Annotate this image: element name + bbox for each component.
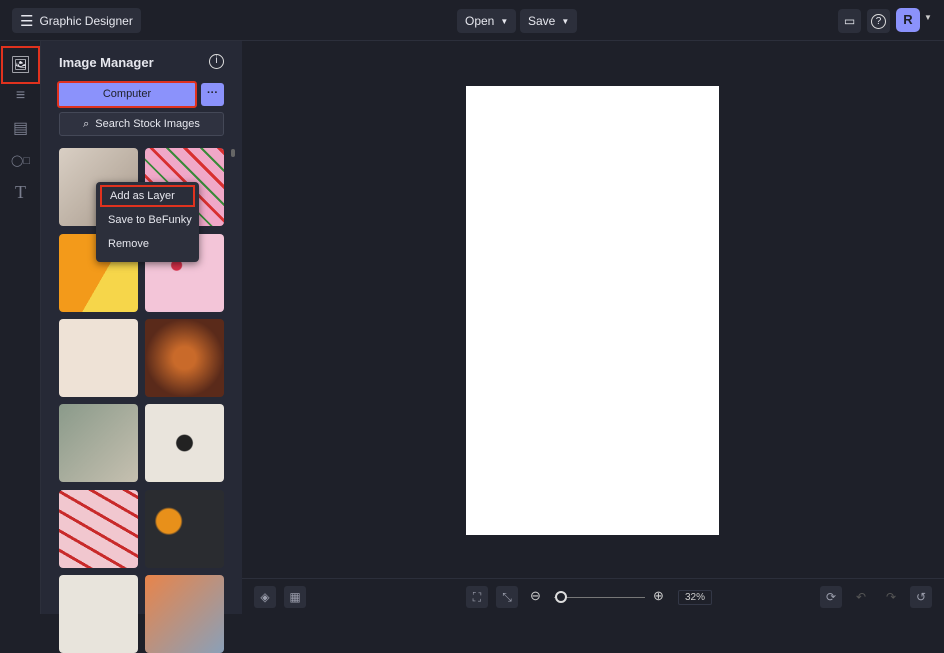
app-title: Graphic Designer — [39, 13, 133, 28]
context-menu: Add as Layer Save to BeFunky Remove — [96, 182, 199, 262]
image-thumbnail[interactable] — [145, 575, 224, 653]
grid-button[interactable]: ▦ — [284, 586, 306, 608]
redo-button[interactable]: ↷ — [880, 586, 902, 608]
image-manager-panel: Image Manager i Computer ··· ⌕ Search Sto… — [41, 41, 242, 653]
sliders-icon: ≡ — [15, 87, 26, 104]
refresh-icon: ⟳ — [825, 590, 837, 604]
panel-title: Image Manager — [59, 55, 154, 70]
layouts-tab[interactable]: ▤ — [0, 112, 41, 144]
collapse-icon: ⤡ — [502, 589, 512, 604]
menu-item-save-to-befunky[interactable]: Save to BeFunky — [100, 209, 195, 231]
zoom-value[interactable]: 32% — [678, 590, 712, 605]
info-icon[interactable]: i — [209, 54, 224, 69]
computer-button[interactable]: Computer — [57, 81, 197, 108]
more-options-button[interactable]: ··· — [201, 83, 224, 106]
text-icon: T — [15, 181, 26, 202]
scrollbar[interactable] — [231, 149, 235, 157]
zoom-out-icon[interactable]: ⊖ — [530, 588, 541, 604]
image-thumbnail[interactable] — [59, 404, 138, 482]
layout-icon: ▤ — [12, 120, 29, 137]
save-button[interactable]: Save ▼ — [520, 9, 578, 33]
menu-button[interactable]: ☰ Graphic Designer — [12, 8, 141, 33]
image-thumbnail[interactable] — [145, 319, 224, 397]
image-thumbnail[interactable] — [145, 404, 224, 482]
open-label: Open — [465, 14, 495, 28]
comment-icon: ▭ — [843, 14, 856, 28]
image-thumbnail[interactable] — [59, 490, 138, 568]
image-manager-tab[interactable]: 🖼 — [1, 46, 40, 84]
design-canvas[interactable] — [466, 86, 719, 535]
actual-size-button[interactable]: ⤡ — [496, 586, 518, 608]
history-icon: ↺ — [915, 590, 927, 604]
account-chevron-icon[interactable]: ▼ — [924, 13, 932, 22]
comments-button[interactable]: ▭ — [838, 9, 861, 33]
shapes-icon: ◯□ — [11, 154, 30, 167]
menu-item-remove[interactable]: Remove — [100, 233, 195, 255]
undo-icon: ↶ — [855, 590, 867, 604]
redo-icon: ↷ — [885, 590, 897, 604]
bottom-toolbar: ◈ ▦ ⛶ ⤡ ⊖ ⊕ 32% ⟳ ↶ ↷ ↺ — [242, 578, 944, 614]
image-thumbnail[interactable] — [59, 319, 138, 397]
zoom-in-icon[interactable]: ⊕ — [653, 588, 664, 604]
tool-rail: 🖼 ≡ ▤ ◯□ T — [0, 41, 41, 614]
open-button[interactable]: Open ▼ — [457, 9, 517, 33]
expand-icon: ⛶ — [472, 589, 482, 604]
help-icon: ? — [871, 13, 886, 29]
text-tab[interactable]: T — [0, 176, 41, 208]
zoom-slider[interactable] — [554, 597, 645, 598]
layers-icon: ◈ — [260, 590, 270, 604]
undo-button[interactable]: ↶ — [850, 586, 872, 608]
grid-icon: ▦ — [289, 590, 301, 604]
image-icon: 🖼 — [10, 57, 31, 74]
chevron-down-icon: ▼ — [561, 16, 570, 26]
search-icon: ⌕ — [83, 117, 90, 130]
search-stock-images-button[interactable]: ⌕ Search Stock Images — [59, 112, 224, 136]
refresh-button[interactable]: ⟳ — [820, 586, 842, 608]
hamburger-icon: ☰ — [20, 12, 34, 30]
history-button[interactable]: ↺ — [910, 586, 932, 608]
top-bar: ☰ Graphic Designer Open ▼ Save ▼ ▭ ? R ▼ — [0, 0, 944, 41]
save-label: Save — [528, 14, 556, 28]
image-thumbnail[interactable] — [145, 490, 224, 568]
chevron-down-icon: ▼ — [500, 16, 509, 26]
canvas-area — [242, 41, 944, 578]
zoom-slider-handle[interactable] — [555, 591, 567, 603]
fit-screen-button[interactable]: ⛶ — [466, 586, 488, 608]
menu-item-add-as-layer[interactable]: Add as Layer — [100, 185, 195, 207]
search-label: Search Stock Images — [95, 118, 200, 130]
help-button[interactable]: ? — [867, 9, 890, 33]
image-thumbnail[interactable] — [59, 575, 138, 653]
adjustments-tab[interactable]: ≡ — [0, 80, 41, 112]
layers-button[interactable]: ◈ — [254, 586, 276, 608]
graphics-tab[interactable]: ◯□ — [0, 144, 41, 176]
avatar[interactable]: R — [896, 8, 920, 32]
